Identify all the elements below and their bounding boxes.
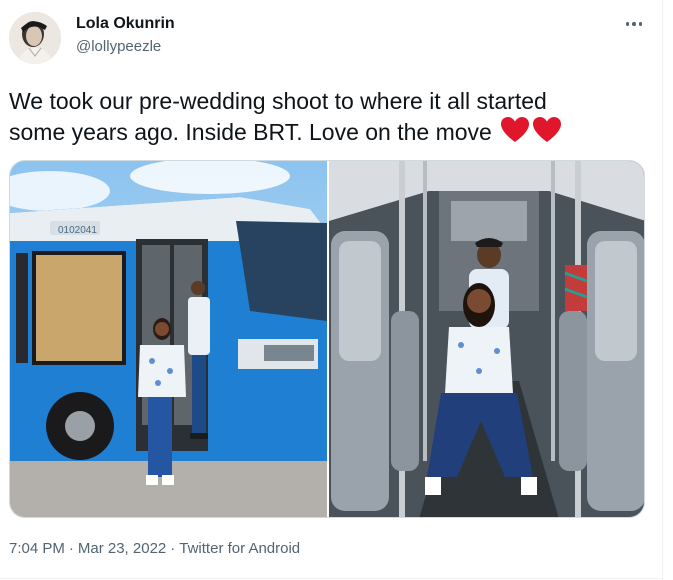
- ellipsis-icon: [638, 22, 643, 26]
- photo-bus-exterior[interactable]: 0102041: [10, 161, 327, 518]
- tweet-date[interactable]: Mar 23, 2022: [78, 540, 166, 557]
- person-avatar-icon: [9, 12, 61, 64]
- ellipsis-icon: [632, 22, 636, 26]
- tweet-text: We took our pre-wedding shoot to where i…: [9, 86, 649, 151]
- tweet-client-link[interactable]: Twitter for Android: [179, 540, 300, 557]
- author-name[interactable]: Lola Okunrin: [76, 15, 175, 33]
- tweet-card: Lola Okunrin @lollypeezle We took our pr…: [0, 0, 662, 580]
- tweet-time[interactable]: 7:04 PM: [9, 540, 65, 557]
- tweet-text-line2: some years ago. Inside BRT. Love on the …: [9, 119, 492, 145]
- column-border: [662, 0, 663, 580]
- meta-separator: ·: [68, 540, 74, 557]
- meta-separator: ·: [170, 540, 176, 557]
- tweet-metadata: 7:04 PM · Mar 23, 2022 · Twitter for Android: [9, 540, 300, 557]
- bus-number-label: 0102041: [58, 225, 97, 236]
- heart-emoji-icon: [532, 116, 562, 151]
- tweet-media: 0102041: [9, 160, 645, 518]
- tweet-divider: [0, 578, 662, 579]
- more-options-button[interactable]: [620, 12, 648, 36]
- tweet-text-line1: We took our pre-wedding shoot to where i…: [9, 88, 547, 114]
- author-avatar[interactable]: [9, 12, 61, 64]
- heart-emoji-icon: [500, 116, 530, 151]
- author-handle[interactable]: @lollypeezle: [76, 38, 161, 55]
- photo-bus-interior[interactable]: [329, 161, 645, 518]
- ellipsis-icon: [625, 22, 630, 26]
